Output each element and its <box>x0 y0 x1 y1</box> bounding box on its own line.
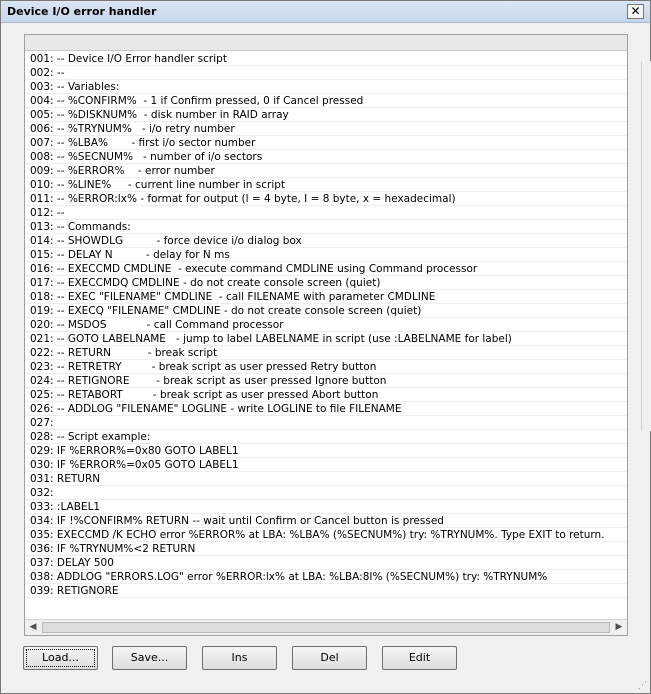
script-line[interactable]: 014: -- SHOWDLG - force device i/o dialo… <box>25 234 627 248</box>
edit-button[interactable]: Edit <box>382 646 457 670</box>
script-line[interactable]: 031: RETURN <box>25 472 627 486</box>
script-line[interactable]: 034: IF !%CONFIRM% RETURN -- wait until … <box>25 514 627 528</box>
script-line[interactable]: 035: EXECCMD /K ECHO error %ERROR% at LB… <box>25 528 627 542</box>
script-editor[interactable]: 001: -- Device I/O Error handler script 0… <box>24 34 628 636</box>
script-line[interactable]: 001: -- Device I/O Error handler script <box>25 52 627 66</box>
dialog-window: Device I/O error handler ✕ 001: -- Devic… <box>0 0 651 694</box>
scroll-right-arrow-icon[interactable]: ▶ <box>611 620 627 635</box>
script-line[interactable]: 025: -- RETABORT - break script as user … <box>25 388 627 402</box>
script-line[interactable]: 026: -- ADDLOG "FILENAME" LOGLINE - writ… <box>25 402 627 416</box>
scroll-thumb[interactable] <box>42 622 610 633</box>
script-line[interactable]: 010: -- %LINE% - current line number in … <box>25 178 627 192</box>
scroll-left-arrow-icon[interactable]: ◀ <box>25 620 41 635</box>
load-button[interactable]: Load... <box>23 646 98 670</box>
script-line[interactable]: 020: -- MSDOS - call Command processor <box>25 318 627 332</box>
close-button[interactable]: ✕ <box>627 4 644 19</box>
resize-grip-icon[interactable]: ⋰ <box>638 681 648 691</box>
script-line[interactable]: 002: -- <box>25 66 627 80</box>
script-line[interactable]: 004: -- %CONFIRM% - 1 if Confirm pressed… <box>25 94 627 108</box>
script-line[interactable]: 036: IF %TRYNUM%<2 RETURN <box>25 542 627 556</box>
script-line[interactable]: 019: -- EXECQ "FILENAME" CMDLINE - do no… <box>25 304 627 318</box>
script-line[interactable]: 012: -- <box>25 206 627 220</box>
script-line[interactable]: 015: -- DELAY N - delay for N ms <box>25 248 627 262</box>
script-line[interactable]: 003: -- Variables: <box>25 80 627 94</box>
script-line[interactable]: 018: -- EXEC "FILENAME" CMDLINE - call F… <box>25 290 627 304</box>
script-line[interactable]: 006: -- %TRYNUM% - i/o retry number <box>25 122 627 136</box>
script-line[interactable]: 024: -- RETIGNORE - break script as user… <box>25 374 627 388</box>
script-line[interactable]: 009: -- %ERROR% - error number <box>25 164 627 178</box>
script-line[interactable]: 023: -- RETRETRY - break script as user … <box>25 360 627 374</box>
script-line[interactable]: 029: IF %ERROR%=0x80 GOTO LABEL1 <box>25 444 627 458</box>
script-line[interactable]: 007: -- %LBA% - first i/o sector number <box>25 136 627 150</box>
script-line[interactable]: 030: IF %ERROR%=0x05 GOTO LABEL1 <box>25 458 627 472</box>
script-lines[interactable]: 001: -- Device I/O Error handler script 0… <box>25 52 627 598</box>
horizontal-scrollbar[interactable]: ◀ ▶ <box>25 619 627 635</box>
background-window-edge <box>641 61 651 431</box>
insert-button[interactable]: Ins <box>202 646 277 670</box>
editor-header <box>25 35 627 51</box>
window-title: Device I/O error handler <box>7 5 157 18</box>
script-line[interactable]: 022: -- RETURN - break script <box>25 346 627 360</box>
save-button[interactable]: Save... <box>112 646 187 670</box>
script-line[interactable]: 038: ADDLOG "ERRORS.LOG" error %ERROR:lx… <box>25 570 627 584</box>
script-line[interactable]: 008: -- %SECNUM% - number of i/o sectors <box>25 150 627 164</box>
script-line[interactable]: 005: -- %DISKNUM% - disk number in RAID … <box>25 108 627 122</box>
title-bar[interactable]: Device I/O error handler ✕ <box>1 1 650 23</box>
script-line[interactable]: 017: -- EXECCMDQ CMDLINE - do not create… <box>25 276 627 290</box>
close-icon: ✕ <box>630 4 641 18</box>
script-line[interactable]: 016: -- EXECCMD CMDLINE - execute comman… <box>25 262 627 276</box>
script-line[interactable]: 037: DELAY 500 <box>25 556 627 570</box>
delete-button[interactable]: Del <box>292 646 367 670</box>
script-line[interactable]: 028: -- Script example: <box>25 430 627 444</box>
script-line[interactable]: 011: -- %ERROR:lx% - format for output (… <box>25 192 627 206</box>
script-line[interactable]: 033: :LABEL1 <box>25 500 627 514</box>
script-line[interactable]: 027: <box>25 416 627 430</box>
script-line[interactable]: 032: <box>25 486 627 500</box>
script-line[interactable]: 039: RETIGNORE <box>25 584 627 598</box>
script-line[interactable]: 021: -- GOTO LABELNAME - jump to label L… <box>25 332 627 346</box>
script-line[interactable]: 013: -- Commands: <box>25 220 627 234</box>
